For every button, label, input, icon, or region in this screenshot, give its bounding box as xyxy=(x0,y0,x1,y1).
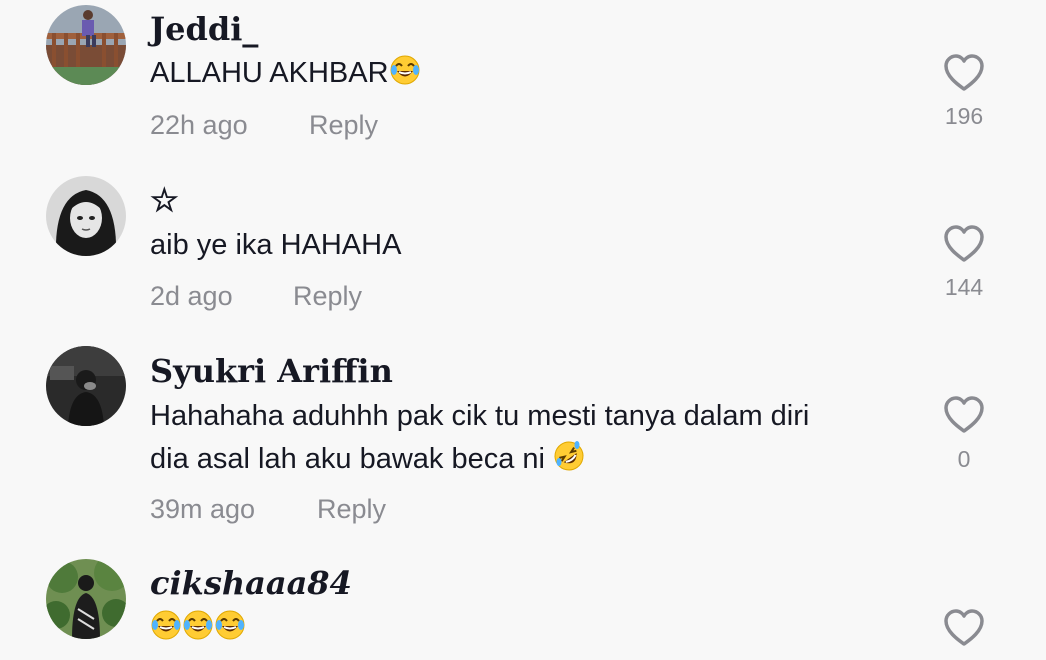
face-with-tears-of-joy-icon xyxy=(389,54,421,86)
rolling-on-the-floor-laughing-icon xyxy=(553,440,585,472)
comment-text-content: ALLAHU AKHBAR xyxy=(150,57,389,89)
like-button[interactable] xyxy=(940,53,988,93)
comment-text-line-1: Hahahaha aduhhh pak cik tu mesti tanya d… xyxy=(150,400,810,432)
face-with-tears-of-joy-icon xyxy=(150,609,182,641)
avatar[interactable] xyxy=(46,5,126,85)
reply-button[interactable]: Reply xyxy=(293,281,362,312)
heart-outline-icon xyxy=(944,396,984,433)
like-count: 196 xyxy=(944,103,984,129)
comment-time: 39m ago xyxy=(150,494,256,524)
username[interactable]: cikshaaa84 xyxy=(150,563,352,603)
like-button[interactable] xyxy=(940,608,988,648)
face-with-tears-of-joy-icon xyxy=(214,609,246,641)
avatar[interactable] xyxy=(46,176,126,256)
like-button[interactable] xyxy=(940,395,988,435)
avatar[interactable] xyxy=(46,559,126,639)
avatar[interactable] xyxy=(46,346,126,426)
comment-text: ALLAHU AKHBAR xyxy=(150,52,910,95)
comment-text: Hahahaha aduhhh pak cik tu mesti tanya d… xyxy=(150,395,910,481)
comment-text-line-2: dia asal lah aku bawak beca ni xyxy=(150,438,910,481)
face-with-tears-of-joy-icon xyxy=(182,609,214,641)
heart-outline-icon xyxy=(944,609,984,646)
heart-outline-icon xyxy=(944,54,984,91)
comment-text-content: aib ye ika HAHAHA xyxy=(150,229,402,261)
username[interactable]: ☆ xyxy=(150,180,179,220)
comment-time: 22h ago xyxy=(150,110,248,140)
comment-text-content: dia asal lah aku bawak beca ni xyxy=(150,443,545,475)
comment-text: aib ye ika HAHAHA xyxy=(150,224,910,267)
like-count: 144 xyxy=(944,274,984,300)
heart-outline-icon xyxy=(944,225,984,262)
like-count: 0 xyxy=(957,446,971,472)
username[interactable]: Syukri Ariffin xyxy=(150,351,393,391)
like-button[interactable] xyxy=(940,224,988,264)
comment-time: 2d ago xyxy=(150,281,233,311)
username[interactable]: Jeddi_ xyxy=(150,9,258,49)
reply-button[interactable]: Reply xyxy=(317,494,386,525)
comment-text xyxy=(150,607,910,650)
reply-button[interactable]: Reply xyxy=(309,110,378,141)
